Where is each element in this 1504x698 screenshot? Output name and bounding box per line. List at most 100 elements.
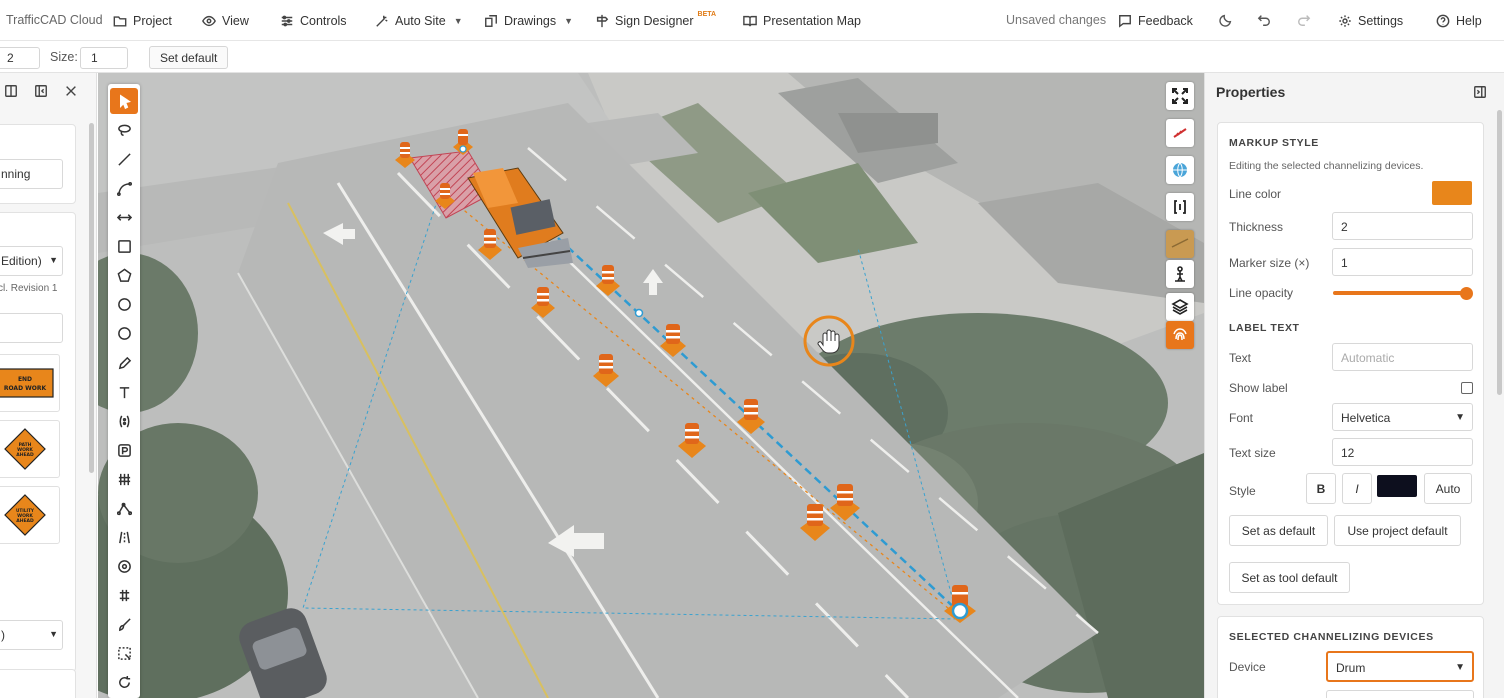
text-size-input[interactable]: 12 — [1332, 438, 1473, 466]
rail-tool[interactable] — [110, 582, 138, 608]
sign-end-road-work[interactable]: END ROAD WORK — [0, 354, 60, 412]
circle-tool[interactable] — [110, 291, 138, 317]
measure-button[interactable] — [1166, 119, 1194, 147]
fullscreen-button[interactable] — [1166, 82, 1194, 110]
layers-button[interactable] — [1166, 293, 1194, 321]
set-as-default-button[interactable]: Set as default — [1229, 515, 1328, 546]
sign-search-input[interactable] — [0, 313, 63, 343]
markup-style-note: Editing the selected channelizing device… — [1229, 160, 1424, 172]
brush-tool[interactable] — [110, 611, 138, 637]
use-project-default-button[interactable]: Use project default — [1334, 515, 1461, 546]
collapse-panel-button[interactable] — [34, 84, 48, 98]
chevron-down-icon: ▼ — [49, 629, 58, 639]
close-panel-button[interactable] — [64, 84, 78, 98]
folder-icon — [113, 15, 127, 27]
menu-drawings[interactable]: Drawings ▼ — [484, 0, 573, 41]
dimension-tool[interactable] — [110, 204, 138, 230]
font-label: Font — [1229, 411, 1254, 425]
help-button[interactable]: Help — [1436, 0, 1482, 41]
rotate-tool[interactable] — [110, 669, 138, 695]
bracket-icon — [1174, 200, 1186, 214]
map-canvas[interactable] — [98, 73, 1204, 698]
menu-controls[interactable]: Controls — [280, 0, 347, 41]
collapse-right-icon — [1474, 86, 1486, 98]
text-color-swatch[interactable] — [1377, 475, 1417, 497]
sign-path-work-ahead[interactable]: PATH WORK AHEAD — [0, 420, 60, 478]
auto-color-button[interactable]: Auto — [1424, 473, 1472, 504]
rectangle-tool[interactable] — [110, 233, 138, 259]
device-select[interactable]: Drum ▼ — [1326, 651, 1474, 682]
rail-icon — [119, 589, 129, 601]
ellipse-tool[interactable] — [110, 320, 138, 346]
menu-project[interactable]: Project — [113, 0, 172, 41]
menu-view[interactable]: View — [202, 0, 249, 41]
show-label-checkbox[interactable] — [1461, 382, 1473, 394]
spacing-input[interactable] — [1326, 690, 1474, 698]
help-label: Help — [1456, 13, 1482, 28]
chevron-down-icon: ▼ — [1455, 662, 1465, 673]
lasso-tool[interactable] — [110, 117, 138, 143]
line-opacity-thumb[interactable] — [1460, 287, 1473, 300]
parking-tool[interactable] — [110, 437, 138, 463]
left-select-2[interactable]: ) ▼ — [0, 620, 63, 650]
path-tool[interactable] — [110, 495, 138, 521]
text-tool[interactable] — [110, 379, 138, 405]
bold-button[interactable]: B — [1306, 473, 1336, 504]
italic-button[interactable]: I — [1342, 473, 1372, 504]
line-color-swatch[interactable] — [1432, 181, 1472, 205]
sign-utility-work-ahead[interactable]: UTILITY WORK AHEAD — [0, 486, 60, 544]
menu-presentation-map[interactable]: Presentation Map — [743, 0, 861, 41]
marquee-tool[interactable] — [110, 640, 138, 666]
left-scrollbar[interactable] — [89, 123, 94, 473]
collapse-properties-button[interactable] — [1473, 85, 1489, 101]
drawings-icon — [485, 14, 497, 27]
line-opacity-slider[interactable] — [1333, 291, 1467, 295]
thickness-input[interactable]: 2 — [1332, 212, 1473, 240]
text-size-label: Text size — [1229, 446, 1276, 460]
basemap-button[interactable] — [1166, 230, 1194, 258]
undo-button[interactable] — [1256, 12, 1272, 28]
target-tool[interactable] — [110, 553, 138, 579]
set-default-button[interactable]: Set default — [149, 46, 229, 69]
menu-auto-site[interactable]: Auto Site ▼ — [375, 0, 463, 41]
properties-scrollbar[interactable] — [1497, 110, 1502, 395]
menu-sign-designer[interactable]: Sign Designer BETA — [595, 0, 716, 41]
standard-select-value: Edition) — [1, 254, 42, 268]
set-as-tool-default-button[interactable]: Set as tool default — [1229, 562, 1350, 593]
feedback-button[interactable]: Feedback — [1118, 0, 1193, 41]
standard-select[interactable]: Edition) ▼ — [0, 246, 63, 276]
globe-button[interactable] — [1166, 156, 1194, 184]
pencil-tool[interactable] — [110, 350, 138, 376]
channelizer-tool[interactable] — [110, 408, 138, 434]
bracket-button[interactable] — [1166, 193, 1194, 221]
thickness-label: Thickness — [1229, 220, 1284, 234]
signpost-icon — [596, 14, 609, 27]
road-tool[interactable] — [110, 524, 138, 550]
tool-options-bar: 2 Size: 1 Set default — [0, 41, 1504, 73]
crosswalk-tool[interactable] — [110, 466, 138, 492]
redo-button[interactable] — [1296, 12, 1312, 28]
curve-icon — [116, 181, 132, 196]
value-input[interactable]: 2 — [0, 47, 40, 69]
font-select[interactable]: Helvetica ▼ — [1332, 403, 1473, 431]
size-input[interactable]: 1 — [80, 47, 128, 69]
left-text-field[interactable]: nning — [0, 159, 63, 189]
globe-icon — [1173, 162, 1187, 178]
settings-button[interactable]: Settings — [1338, 0, 1403, 41]
split-view-button[interactable] — [4, 84, 18, 98]
touch-mode-button[interactable] — [1166, 321, 1194, 349]
eye-icon — [202, 15, 216, 26]
line-tool[interactable] — [110, 146, 138, 172]
marker-size-input[interactable]: 1 — [1332, 248, 1473, 276]
menu-sign-designer-label: Sign Designer — [615, 13, 694, 28]
dark-mode-button[interactable] — [1218, 12, 1234, 28]
street-view-button[interactable] — [1166, 260, 1194, 288]
select-tool[interactable] — [110, 88, 138, 114]
menu-view-label: View — [222, 13, 249, 28]
svg-text:AHEAD: AHEAD — [16, 518, 34, 524]
curve-tool[interactable] — [110, 175, 138, 201]
help-icon — [1436, 14, 1450, 27]
label-text-input[interactable]: Automatic — [1332, 343, 1473, 371]
polygon-tool[interactable] — [110, 262, 138, 288]
marquee-icon — [117, 646, 131, 660]
